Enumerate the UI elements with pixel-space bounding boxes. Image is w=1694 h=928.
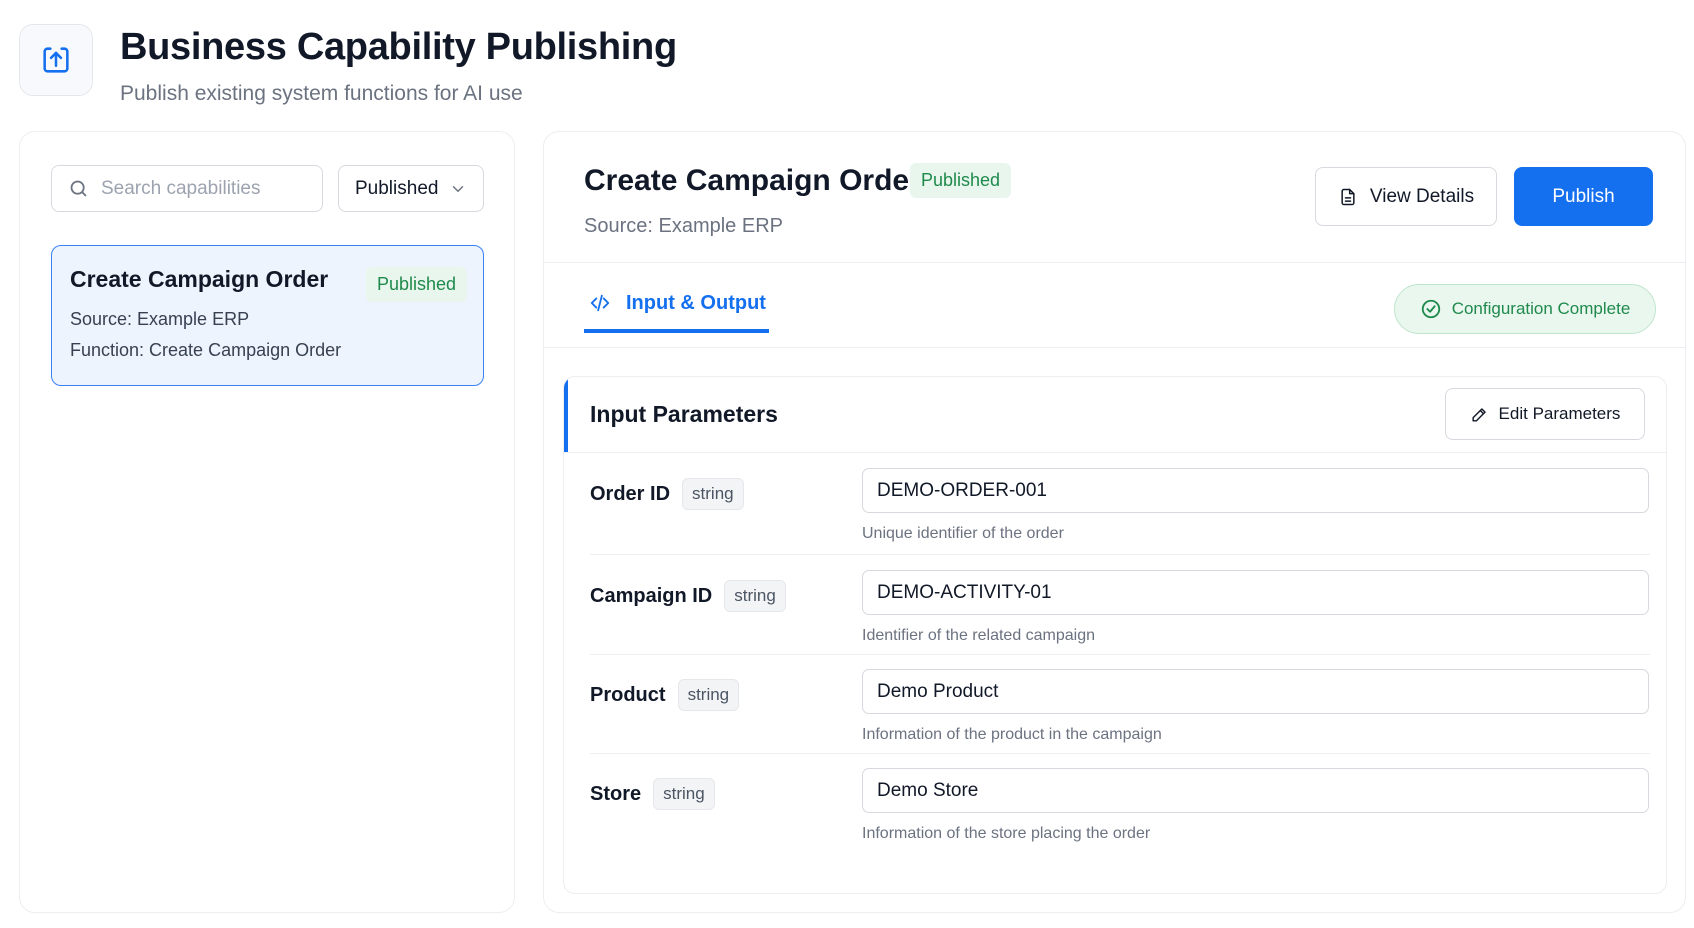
document-icon — [1341, 188, 1355, 205]
parameter-name: Campaign ID — [590, 584, 713, 607]
parameter-description: Unique identifier of the order — [862, 525, 1064, 542]
page-title: Business Capability Publishing — [120, 26, 677, 68]
status-badge: Published — [365, 267, 467, 302]
capability-source: Source: Example ERP — [70, 309, 250, 329]
section-accent-bar — [564, 377, 568, 453]
section-title: Input Parameters — [590, 401, 778, 427]
search-box[interactable] — [51, 165, 323, 212]
app-logo — [19, 24, 93, 96]
view-details-label: View Details — [1369, 185, 1475, 207]
configuration-status-label: Configuration Complete — [1451, 299, 1631, 318]
parameter-description: Identifier of the related campaign — [862, 627, 1096, 644]
search-icon — [70, 180, 87, 197]
parameter-value-input[interactable] — [862, 570, 1649, 615]
parameter-type-chip: string — [682, 478, 744, 510]
detail-source: Source: Example ERP — [584, 215, 783, 237]
configuration-status-badge: Configuration Complete — [1394, 284, 1656, 334]
edit-parameters-label: Edit Parameters — [1498, 404, 1621, 423]
chevron-down-icon — [452, 185, 464, 192]
parameter-name: Store — [590, 782, 642, 805]
page-subtitle: Publish existing system functions for AI… — [120, 82, 523, 105]
row-divider — [590, 654, 1650, 655]
parameter-type-chip: string — [677, 679, 740, 711]
section-header-divider — [564, 452, 1666, 453]
parameter-label: Order ID string — [590, 478, 744, 510]
detail-title: Create Campaign Order — [584, 164, 921, 197]
pencil-icon — [1472, 407, 1486, 422]
detail-status-badge: Published — [910, 163, 1012, 198]
parameter-type-chip: string — [653, 778, 715, 810]
parameter-label: Product string — [590, 679, 740, 711]
parameter-value-input[interactable] — [862, 768, 1649, 813]
parameter-label: Campaign ID string — [590, 580, 786, 612]
parameter-type-chip: string — [724, 580, 786, 612]
view-details-button[interactable]: View Details — [1315, 167, 1497, 226]
code-icon — [590, 294, 610, 312]
parameter-name: Order ID — [590, 482, 671, 505]
capability-detail-panel: Create Campaign Order Published Source: … — [543, 131, 1686, 913]
tab-label: Input & Output — [626, 291, 766, 314]
edit-parameters-button[interactable]: Edit Parameters — [1445, 388, 1645, 440]
publish-button[interactable]: Publish — [1514, 167, 1653, 226]
tab-input-output[interactable]: Input & Output — [584, 277, 769, 333]
parameter-description: Information of the store placing the ord… — [862, 825, 1151, 842]
row-divider — [590, 554, 1650, 555]
tabs-divider — [544, 347, 1685, 348]
check-circle-icon — [1421, 299, 1440, 319]
capability-list-panel: Published Create Campaign Order Publishe… — [19, 131, 515, 913]
search-input[interactable] — [101, 177, 301, 200]
parameter-label: Store string — [590, 778, 715, 810]
row-divider — [590, 753, 1650, 754]
parameter-description: Information of the product in the campai… — [862, 726, 1162, 743]
capability-function: Function: Create Campaign Order — [70, 340, 342, 360]
parameter-value-input[interactable] — [862, 468, 1649, 513]
status-filter-select[interactable]: Published — [338, 165, 484, 212]
upload-icon — [43, 47, 69, 73]
status-filter-value: Published — [355, 177, 439, 199]
input-parameters-section: Input Parameters Edit Parameters Order I… — [563, 376, 1667, 894]
header-divider — [544, 262, 1685, 263]
parameter-name: Product — [590, 683, 666, 706]
capability-list-item[interactable]: Create Campaign Order Published Source: … — [51, 245, 484, 386]
parameter-value-input[interactable] — [862, 669, 1649, 714]
